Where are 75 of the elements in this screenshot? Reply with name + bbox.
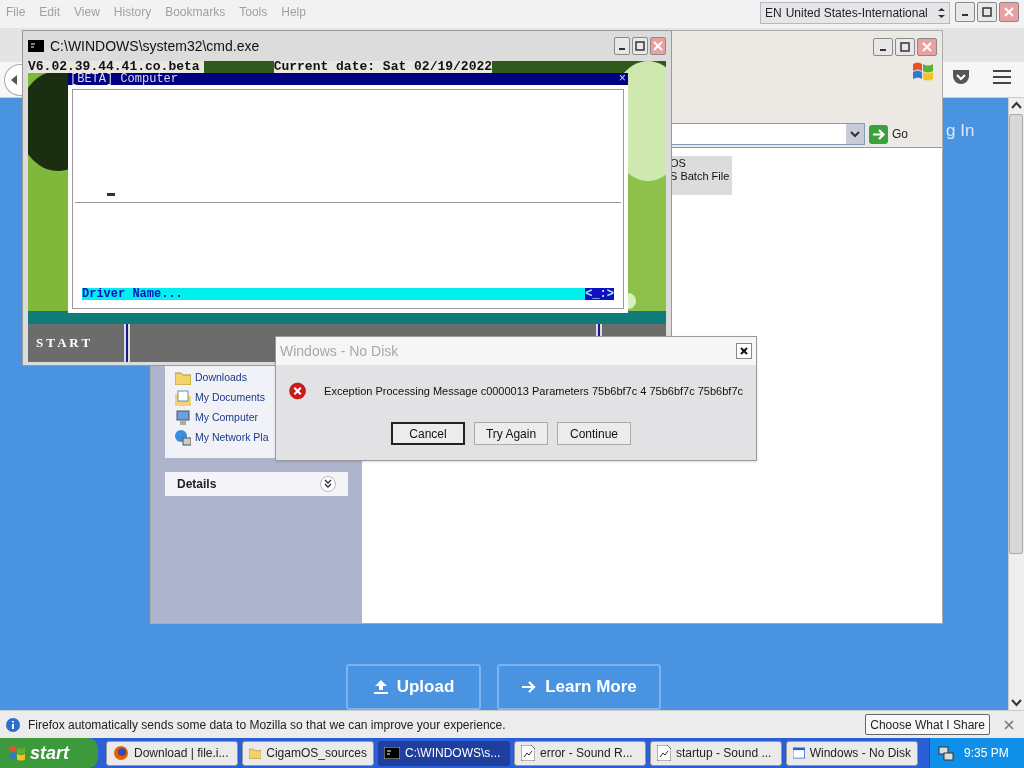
- date-text: Current date: Sat 02/19/2022: [273, 61, 493, 73]
- keyboard-layout[interactable]: United States-International: [785, 4, 928, 22]
- maximize-button[interactable]: [977, 2, 997, 22]
- dialog-title: [BETA] Computer: [70, 73, 179, 85]
- place-link[interactable]: My Computer: [195, 410, 258, 426]
- arrow-right-icon: [521, 679, 538, 695]
- prompt-hint: <_:>: [585, 288, 614, 300]
- place-link[interactable]: My Documents: [195, 390, 266, 406]
- divider-bar: [124, 324, 130, 362]
- version-text: V6.02.39.44.41.co.beta: [28, 61, 204, 73]
- dialog-title: Windows - No Disk: [280, 341, 399, 361]
- windows-logo-icon: [8, 745, 26, 761]
- dialog-button[interactable]: Try Again: [474, 422, 548, 445]
- maximize-icon: [900, 42, 910, 52]
- window-icon: [793, 746, 805, 760]
- choose-what-i-share-button[interactable]: Choose What I Share: [865, 714, 990, 735]
- maximize-icon: [635, 41, 645, 51]
- console-icon: [28, 40, 44, 52]
- close-icon: [740, 347, 748, 355]
- info-icon: [6, 717, 20, 732]
- dialog-close-button[interactable]: ×: [618, 73, 626, 85]
- notification-message: Firefox automatically sends some data to Mozilla so that we can improve your experience.: [28, 716, 506, 734]
- place-link[interactable]: My Network Pla: [195, 430, 269, 446]
- windows-logo-icon: [912, 61, 934, 81]
- maximize-button[interactable]: [895, 38, 915, 56]
- details-panel[interactable]: Details: [165, 472, 348, 496]
- close-icon: [922, 42, 932, 52]
- minimize-icon: [880, 49, 886, 51]
- computer-icon: [175, 410, 191, 426]
- dropdown-icon[interactable]: [938, 7, 945, 19]
- document-icon: [521, 745, 535, 761]
- dialog-button[interactable]: Cancel: [391, 422, 465, 445]
- expand-icon[interactable]: [320, 476, 336, 492]
- scroll-thumb[interactable]: [1009, 114, 1023, 554]
- prompt-text: Driver Name...: [82, 288, 183, 300]
- dropdown-icon[interactable]: [846, 124, 864, 144]
- taskbar-button[interactable]: Download | file.i...: [106, 740, 238, 766]
- minimize-button[interactable]: [955, 2, 975, 22]
- taskbar-button[interactable]: Windows - No Disk: [786, 740, 918, 766]
- go-button[interactable]: Go: [892, 125, 938, 143]
- maximize-icon: [982, 7, 992, 17]
- close-icon: [1004, 7, 1014, 17]
- taskbar-button[interactable]: CigamOS_sources: [242, 740, 374, 766]
- dialog-button[interactable]: Continue: [557, 422, 631, 445]
- taskbar-button[interactable]: C:\WINDOWS\s...: [378, 740, 510, 766]
- minimize-icon: [962, 14, 968, 16]
- taskbar-button[interactable]: startup - Sound ...: [650, 740, 782, 766]
- close-icon: [653, 41, 663, 51]
- minimize-button[interactable]: [873, 38, 893, 56]
- taskbar-button[interactable]: error - Sound R...: [514, 740, 646, 766]
- place-link[interactable]: Downloads: [195, 370, 247, 386]
- maximize-button[interactable]: [632, 37, 648, 55]
- upload-icon: [372, 679, 389, 695]
- text-cursor: [107, 193, 115, 196]
- error-message: Exception Processing Message c0000013 Parameters 75b6bf7c 4 75b6bf7c 75b6bf7c: [324, 383, 743, 399]
- document-icon: [657, 745, 671, 761]
- close-icon[interactable]: [1004, 719, 1014, 730]
- globe-computer-icon: [175, 430, 191, 446]
- documents-icon: [175, 390, 191, 406]
- firefox-icon: [113, 745, 129, 761]
- minimize-button[interactable]: [614, 37, 630, 55]
- close-button[interactable]: [736, 343, 752, 359]
- details-title: Details: [177, 476, 217, 493]
- console-icon: [384, 747, 400, 759]
- minimize-icon: [619, 48, 625, 50]
- window-title: C:\WINDOWS\system32\cmd.exe: [50, 36, 260, 56]
- network-icon[interactable]: [938, 745, 954, 761]
- menu-icon[interactable]: [993, 70, 1011, 84]
- language-code[interactable]: EN: [765, 4, 782, 22]
- folder-icon: [249, 746, 262, 760]
- start-label[interactable]: S T A R T: [28, 333, 124, 353]
- clock: 9:35 PM: [964, 745, 1009, 762]
- start-button[interactable]: start: [0, 738, 98, 768]
- folder-icon: [175, 371, 191, 385]
- scrollbar[interactable]: [1008, 98, 1024, 710]
